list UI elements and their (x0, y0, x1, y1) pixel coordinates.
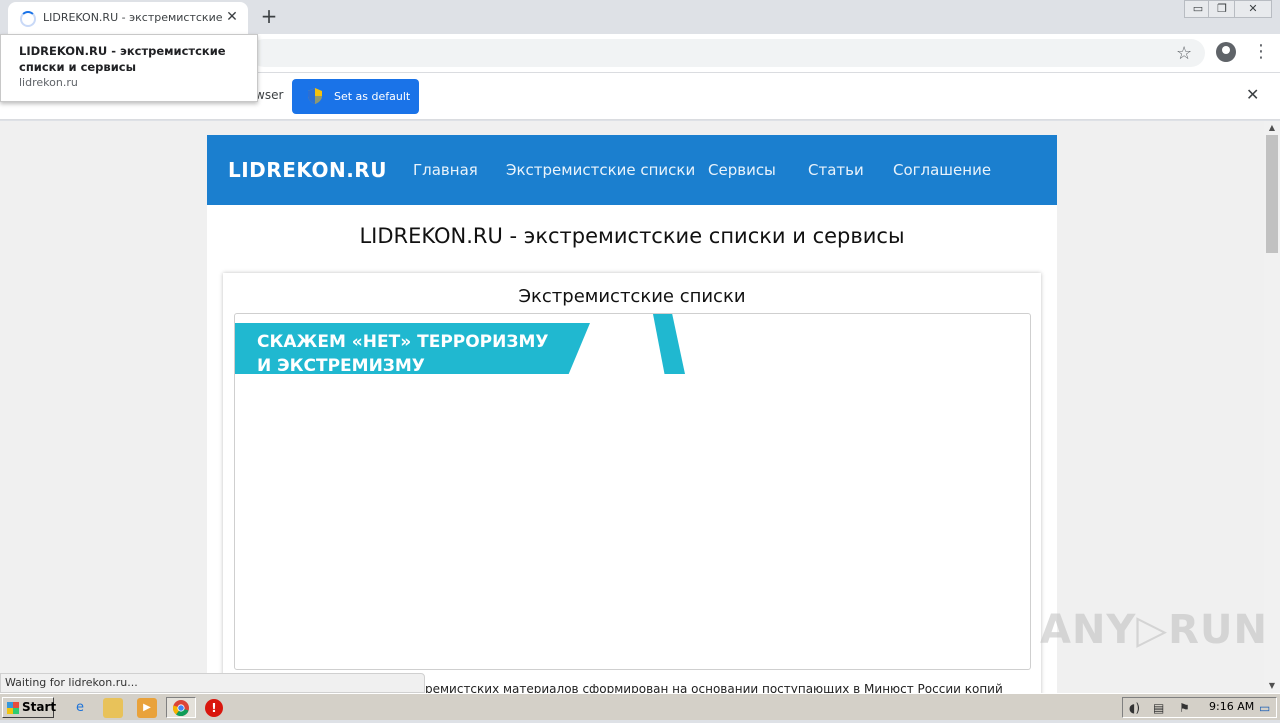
windows-logo-icon (7, 702, 19, 714)
anyrun-watermark: ANY▷RUN (1040, 607, 1264, 653)
security-alert-icon[interactable]: ! (205, 699, 223, 717)
tab-close-icon[interactable]: ✕ (223, 8, 241, 26)
hover-card-title: LIDREKON.RU - экстремистские списки и се… (19, 44, 226, 74)
scroll-down-arrow-icon[interactable]: ▼ (1264, 679, 1280, 693)
banner-frame: СКАЖЕМ «НЕТ» ТЕРРОРИЗМУ И ЭКСТРЕМИЗМУ (234, 313, 1031, 670)
nav-item-extremist-lists[interactable]: Экстремистские списки (506, 161, 695, 179)
site-brand-link[interactable]: LIDREKON.RU (228, 158, 387, 182)
vertical-scrollbar[interactable]: ▲ ▼ (1264, 121, 1280, 693)
extremist-lists-card: Экстремистские списки СКАЖЕМ «НЕТ» ТЕРРО… (223, 273, 1041, 693)
chrome-icon (173, 700, 189, 717)
browser-menu-icon[interactable]: ⋮ (1252, 40, 1270, 64)
banner-text: СКАЖЕМ «НЕТ» ТЕРРОРИЗМУ И ЭКСТРЕМИЗМУ (257, 330, 548, 378)
tab-hover-card: LIDREKON.RU - экстремистские списки и се… (0, 34, 258, 102)
uac-shield-icon (308, 88, 322, 104)
action-center-flag-icon[interactable]: ⚑ (1179, 701, 1190, 715)
volume-icon[interactable]: ◖) (1129, 701, 1140, 715)
window-close-button[interactable]: ✕ (1234, 0, 1272, 18)
restore-button[interactable]: ❐ (1208, 0, 1236, 18)
scroll-up-arrow-icon[interactable]: ▲ (1264, 121, 1280, 135)
nav-item-articles[interactable]: Статьи (808, 161, 864, 179)
infobar-close-icon[interactable]: ✕ (1246, 85, 1259, 104)
file-explorer-icon[interactable] (103, 698, 123, 718)
nav-item-home[interactable]: Главная (413, 161, 478, 179)
system-tray: ◖) ▤ ⚑ 9:16 AM ▭ (1122, 697, 1277, 718)
scroll-thumb[interactable] (1266, 135, 1278, 253)
profile-avatar-icon[interactable] (1216, 42, 1236, 62)
page-viewport: LIDREKON.RU Главная Экстремистские списк… (0, 121, 1264, 693)
tab-title: LIDREKON.RU - экстремистские спи (43, 11, 223, 24)
set-as-default-button[interactable]: Set as default (292, 79, 419, 114)
taskbar-clock[interactable]: 9:16 AM (1209, 700, 1254, 713)
network-icon[interactable]: ▤ (1153, 701, 1164, 715)
internet-explorer-icon[interactable]: e (70, 698, 90, 718)
nav-item-services[interactable]: Сервисы (708, 161, 776, 179)
status-bubble: Waiting for lidrekon.ru... (0, 673, 425, 693)
start-button[interactable]: Start (2, 697, 57, 718)
show-desktop-icon[interactable]: ▭ (1259, 701, 1270, 715)
card-title: Экстремистские списки (518, 286, 746, 307)
set-as-default-label: Set as default (334, 90, 411, 103)
infobar-text: wser (255, 88, 284, 102)
site-navbar: LIDREKON.RU Главная Экстремистские списк… (207, 135, 1057, 205)
nav-item-agreement[interactable]: Соглашение (893, 161, 991, 179)
address-bar[interactable] (250, 39, 1205, 67)
browser-tab[interactable]: LIDREKON.RU - экстремистские спи ✕ (8, 2, 248, 34)
chrome-taskbar-button[interactable] (166, 697, 196, 718)
bookmark-star-icon[interactable]: ☆ (1176, 43, 1192, 64)
new-tab-button[interactable]: + (258, 5, 280, 27)
site-container: LIDREKON.RU Главная Экстремистские списк… (207, 135, 1057, 693)
body-paragraph: тремистских материалов сформирован на ос… (418, 682, 1003, 693)
loading-spinner-icon (20, 11, 36, 27)
tab-strip: LIDREKON.RU - экстремистские спи ✕ + ▭ ❐… (0, 0, 1280, 34)
banner-line-2: И ЭКСТРЕМИЗМУ (257, 356, 425, 376)
start-label: Start (22, 700, 57, 714)
taskbar: Start e ▶ ! ◖) ▤ ⚑ 9:16 AM ▭ (0, 693, 1280, 720)
media-player-icon[interactable]: ▶ (137, 698, 157, 718)
banner-line-1: СКАЖЕМ «НЕТ» ТЕРРОРИЗМУ (257, 332, 549, 352)
hover-card-url: lidrekon.ru (19, 76, 78, 89)
banner-stripe (653, 314, 685, 374)
page-title: LIDREKON.RU - экстремистские списки и се… (359, 224, 905, 248)
